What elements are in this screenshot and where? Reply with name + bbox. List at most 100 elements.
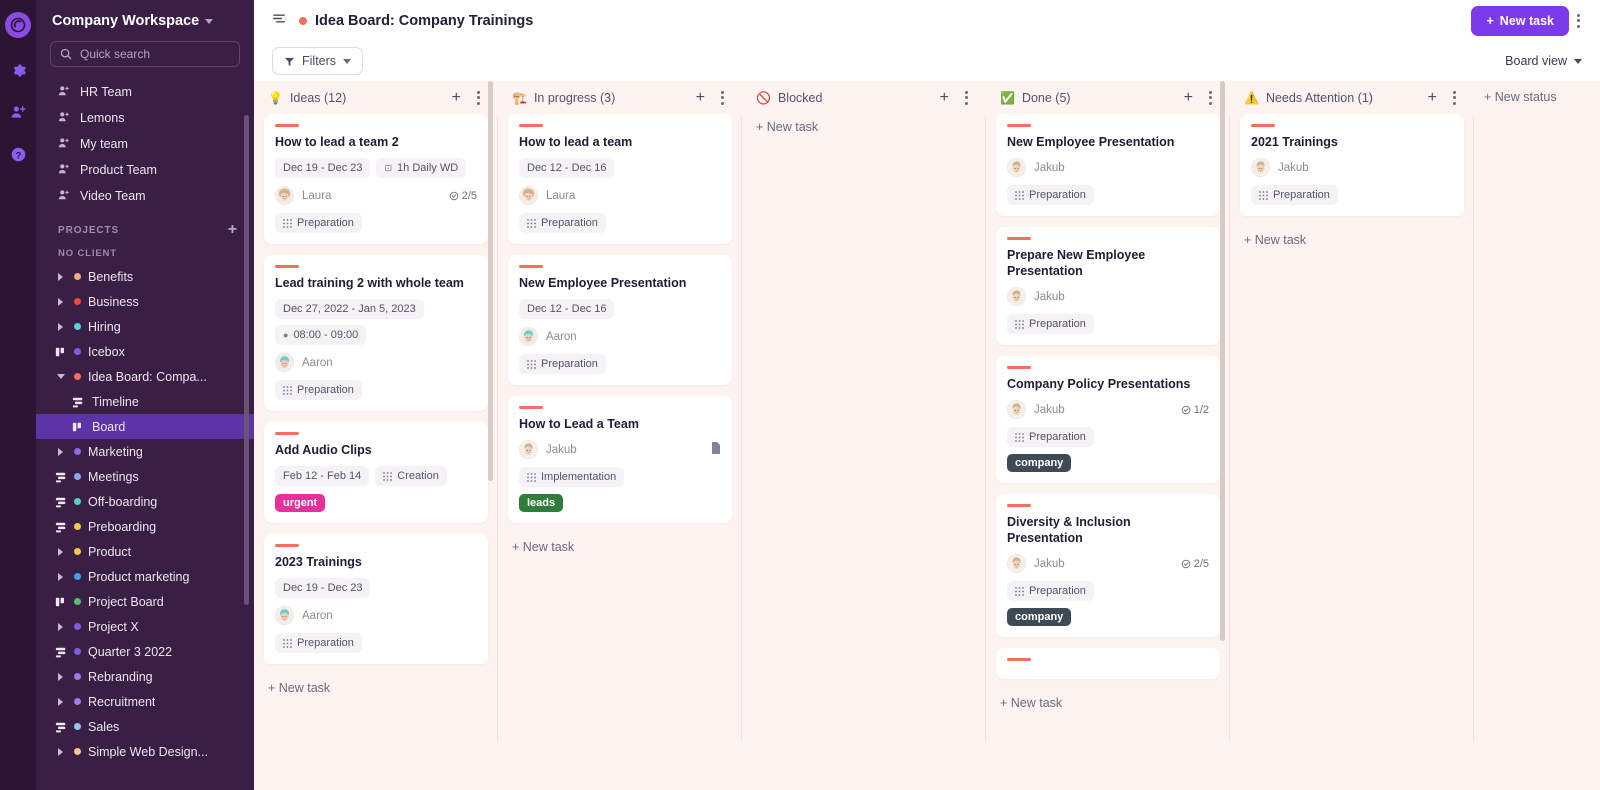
group-chip[interactable]: Preparation	[275, 633, 362, 653]
task-card[interactable]: How to lead a team Dec 12 - Dec 16 Laura Pr…	[508, 114, 732, 244]
add-task-to-column-icon[interactable]: +	[1180, 89, 1197, 106]
column-more-icon[interactable]	[1201, 83, 1220, 113]
project-toggle-icon[interactable]	[54, 346, 67, 358]
help-icon[interactable]: ?	[8, 144, 28, 164]
task-card[interactable]: Diversity & Inclusion Presentation Jakub 2…	[996, 494, 1220, 637]
task-card[interactable]	[996, 648, 1220, 679]
sidebar-project-project-x[interactable]: Project X	[36, 614, 254, 639]
tag[interactable]: company	[1007, 608, 1072, 626]
task-card[interactable]: How to lead a team 2 Dec 19 - Dec 23 ⊡ 1h D…	[264, 114, 488, 244]
document-icon[interactable]	[711, 442, 721, 457]
sidebar-project-product-marketing[interactable]: Product marketing	[36, 564, 254, 589]
project-toggle-icon[interactable]	[54, 646, 67, 658]
card-chip[interactable]: Dec 27, 2022 - Jan 5, 2023	[275, 299, 424, 319]
search-input[interactable]: Quick search	[50, 41, 240, 67]
sidebar-project-preboarding[interactable]: Preboarding	[36, 514, 254, 539]
group-chip[interactable]: Preparation	[1007, 581, 1094, 601]
card-chip[interactable]: ⊡ 1h Daily WD	[376, 158, 467, 178]
group-chip[interactable]: Preparation	[275, 380, 362, 400]
avatar[interactable]	[1007, 158, 1026, 177]
project-toggle-icon[interactable]	[54, 697, 67, 706]
project-toggle-icon[interactable]	[54, 496, 67, 508]
project-toggle-icon[interactable]	[54, 622, 67, 631]
project-toggle-icon[interactable]	[54, 471, 67, 483]
group-chip[interactable]: Preparation	[519, 213, 606, 233]
project-toggle-icon[interactable]	[54, 547, 67, 556]
task-card[interactable]: Prepare New Employee Presentation Jakub Pr…	[996, 227, 1220, 345]
group-chip[interactable]: Preparation	[1007, 185, 1094, 205]
add-project-icon[interactable]: +	[228, 222, 238, 238]
new-task-link[interactable]: + New task	[508, 534, 732, 554]
sidebar-view-board[interactable]: Board	[36, 414, 254, 439]
add-person-icon[interactable]	[8, 102, 28, 122]
card-chip[interactable]: Dec 12 - Dec 16	[519, 158, 615, 178]
sidebar-project-marketing[interactable]: Marketing	[36, 439, 254, 464]
project-toggle-icon[interactable]	[54, 672, 67, 681]
group-chip[interactable]: Preparation	[519, 354, 606, 374]
card-chip[interactable]: Dec 19 - Dec 23	[275, 158, 371, 178]
avatar[interactable]	[519, 186, 538, 205]
card-chip[interactable]: ● 08:00 - 09:00	[275, 325, 367, 345]
avatar[interactable]	[275, 186, 294, 205]
sidebar-project-idea-board-compa[interactable]: Idea Board: Compa...	[36, 364, 254, 389]
sort-icon[interactable]	[272, 11, 287, 31]
column-more-icon[interactable]	[1445, 83, 1464, 113]
avatar[interactable]	[519, 440, 538, 459]
column-more-icon[interactable]	[469, 83, 488, 113]
sidebar-project-icebox[interactable]: Icebox	[36, 339, 254, 364]
card-chip[interactable]: Dec 19 - Dec 23	[275, 578, 371, 598]
project-toggle-icon[interactable]	[54, 447, 67, 456]
sidebar-project-hiring[interactable]: Hiring	[36, 314, 254, 339]
tag[interactable]: company	[1007, 454, 1072, 472]
sidebar-project-rebranding[interactable]: Rebranding	[36, 664, 254, 689]
task-card[interactable]: How to Lead a Team Jakub Implementation lea…	[508, 396, 732, 523]
tag[interactable]: urgent	[275, 494, 326, 512]
sidebar-team-product-team[interactable]: Product Team	[36, 157, 254, 183]
sidebar-project-sales[interactable]: Sales	[36, 714, 254, 739]
project-toggle-icon[interactable]	[54, 322, 67, 331]
avatar[interactable]	[1007, 554, 1026, 573]
avatar[interactable]	[519, 327, 538, 346]
column-more-icon[interactable]	[957, 83, 976, 113]
project-toggle-icon[interactable]	[54, 596, 67, 608]
avatar[interactable]	[1007, 287, 1026, 306]
new-task-link[interactable]: + New task	[996, 690, 1220, 710]
sidebar-team-video-team[interactable]: Video Team	[36, 183, 254, 209]
column-scrollbar[interactable]	[1220, 81, 1225, 641]
sidebar-scrollbar[interactable]	[244, 115, 249, 605]
project-toggle-icon[interactable]	[54, 747, 67, 756]
project-toggle-icon[interactable]	[54, 721, 67, 733]
app-logo-icon[interactable]	[5, 12, 31, 38]
sidebar-project-project-board[interactable]: Project Board	[36, 589, 254, 614]
board-more-icon[interactable]	[1569, 6, 1588, 36]
task-card[interactable]: Add Audio Clips Feb 12 - Feb 14 Creation ur…	[264, 422, 488, 523]
project-toggle-icon[interactable]	[54, 374, 67, 379]
group-chip[interactable]: Preparation	[1007, 427, 1094, 447]
column-more-icon[interactable]	[713, 83, 732, 113]
card-chip[interactable]: Creation	[375, 466, 447, 486]
column-scrollbar[interactable]	[488, 81, 493, 481]
add-task-to-column-icon[interactable]: +	[692, 89, 709, 106]
card-chip[interactable]: Dec 12 - Dec 16	[519, 299, 615, 319]
sidebar-project-product[interactable]: Product	[36, 539, 254, 564]
group-chip[interactable]: Preparation	[275, 213, 362, 233]
new-task-link[interactable]: + New task	[1240, 227, 1464, 247]
card-chip[interactable]: Feb 12 - Feb 14	[275, 466, 370, 486]
add-task-to-column-icon[interactable]: +	[448, 89, 465, 106]
workspace-switcher[interactable]: Company Workspace	[36, 0, 254, 41]
sidebar-project-benefits[interactable]: Benefits	[36, 264, 254, 289]
new-status-button[interactable]: + New status	[1474, 81, 1557, 790]
project-toggle-icon[interactable]	[54, 521, 67, 533]
sidebar-project-meetings[interactable]: Meetings	[36, 464, 254, 489]
task-card[interactable]: Lead training 2 with whole team Dec 27, 2…	[264, 255, 488, 411]
task-card[interactable]: Company Policy Presentations Jakub 1/2 Prep…	[996, 356, 1220, 483]
project-toggle-icon[interactable]	[54, 272, 67, 281]
avatar[interactable]	[1251, 158, 1270, 177]
sidebar-project-quarter-3-2022[interactable]: Quarter 3 2022	[36, 639, 254, 664]
task-card[interactable]: New Employee Presentation Jakub Preparatio…	[996, 114, 1220, 216]
add-task-to-column-icon[interactable]: +	[1424, 89, 1441, 106]
filters-button[interactable]: Filters	[272, 47, 364, 75]
avatar[interactable]	[275, 606, 294, 625]
new-task-button[interactable]: + New task	[1471, 5, 1569, 36]
avatar[interactable]	[1007, 400, 1026, 419]
